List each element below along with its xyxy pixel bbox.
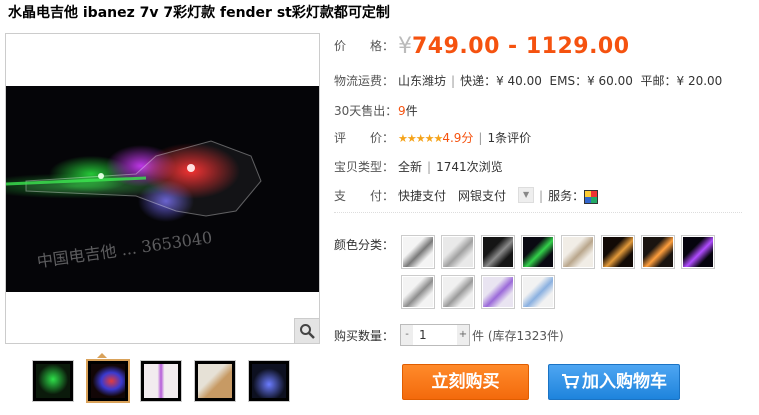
color-swatch[interactable] [641, 235, 675, 269]
quantity-box: - + [400, 324, 470, 346]
color-swatch-image [483, 277, 513, 307]
thumbnail-5[interactable] [248, 360, 290, 402]
ship-mail: 平邮：¥ 20.00 [640, 74, 723, 88]
payment-row: 支 付： 快捷支付 网银支付 ▼ | 服务： [334, 187, 599, 204]
thumbnail-3[interactable] [140, 360, 182, 402]
chevron-down-icon: ▼ [518, 187, 535, 203]
stock-info: 件 (库存1323件) [472, 329, 564, 343]
sales-unit: 件 [405, 104, 418, 118]
add-to-cart-button[interactable]: 加入购物车 [548, 364, 680, 400]
price-row: 价 格： ¥749.00 - 1129.00 [334, 34, 630, 59]
color-swatch[interactable] [441, 235, 475, 269]
guitar-photo: 中国电吉他 ... 3653040 [6, 86, 319, 292]
rating-score: 4.9分 [442, 131, 474, 145]
color-swatch[interactable] [481, 275, 515, 309]
color-swatch[interactable] [681, 235, 715, 269]
ship-ems: EMS：¥ 60.00 [549, 74, 633, 88]
item-condition: 全新 [398, 160, 423, 174]
thumbnail-4[interactable] [194, 360, 236, 402]
service-badge-icon[interactable] [584, 189, 599, 204]
color-swatch[interactable] [521, 235, 555, 269]
color-swatch[interactable] [481, 235, 515, 269]
payment-dropdown[interactable]: 快捷支付 网银支付 ▼ [398, 187, 535, 204]
color-label: 颜色分类： [334, 236, 394, 253]
quantity-label: 购买数量： [334, 327, 394, 344]
color-swatch-image [563, 237, 593, 267]
color-swatch[interactable] [601, 235, 635, 269]
color-label-text: 颜色分类： [334, 238, 395, 252]
product-title: 水晶电吉他 ibanez 7v 7彩灯款 fender st彩灯款都可定制 [8, 5, 390, 21]
cart-icon [562, 374, 579, 389]
color-swatch-image [603, 237, 633, 267]
star-rating-icon: ★★★★★ [398, 132, 443, 145]
main-product-image[interactable]: 中国电吉他 ... 3653040 [5, 33, 320, 344]
color-swatch[interactable] [401, 275, 435, 309]
buy-now-label: 立刻购买 [431, 372, 500, 392]
color-swatch-image [523, 237, 553, 267]
color-swatch-image [443, 277, 473, 307]
ship-express: 快递：¥ 40.00 [460, 74, 542, 88]
color-swatch-image [683, 237, 713, 267]
view-count: 1741次浏览 [436, 160, 503, 174]
sales-count: 9 [398, 104, 406, 118]
price-label: 价 格： [334, 39, 395, 53]
color-swatch[interactable] [521, 275, 555, 309]
type-row: 宝贝类型： 全新 | 1741次浏览 [334, 160, 503, 174]
shipping-row: 物流运费： 山东潍坊 | 快递：¥ 40.00 EMS：¥ 60.00 平邮：¥ 20… [334, 74, 723, 88]
sales-label: 30天售出： [334, 104, 398, 118]
thumbnail-2[interactable] [86, 359, 130, 403]
color-swatch-image [403, 277, 433, 307]
thumbnail-1[interactable] [32, 360, 74, 402]
currency-symbol: ¥ [398, 34, 412, 59]
quantity-input[interactable] [415, 325, 455, 345]
payment-label: 支 付： [334, 189, 395, 203]
price-range: 749.00 - 1129.00 [412, 34, 630, 59]
quantity-label-text: 购买数量： [334, 329, 395, 343]
add-to-cart-label: 加入购物车 [582, 372, 667, 392]
service-label: 服务： [548, 189, 585, 203]
color-swatch-image [523, 277, 553, 307]
quantity-plus-button[interactable]: + [457, 325, 469, 345]
color-swatch[interactable] [441, 275, 475, 309]
color-swatch[interactable] [561, 235, 595, 269]
magnifier-icon [300, 324, 315, 339]
buy-now-button[interactable]: 立刻购买 [402, 364, 529, 400]
quantity-minus-button[interactable]: - [401, 325, 413, 345]
review-count-link[interactable]: 1条评价 [487, 131, 531, 145]
rating-row: 评 价： ★★★★★4.9分 | 1条评价 [334, 131, 532, 145]
color-swatch[interactable] [401, 235, 435, 269]
color-swatch-image [443, 237, 473, 267]
shipping-label: 物流运费： [334, 74, 395, 88]
color-swatch-image [643, 237, 673, 267]
type-label: 宝贝类型： [334, 160, 395, 174]
sales-row: 30天售出：9件 [334, 102, 418, 119]
zoom-button[interactable] [294, 318, 319, 343]
color-swatch-image [483, 237, 513, 267]
ship-location: 山东潍坊 [398, 74, 447, 88]
active-thumb-arrow [97, 353, 107, 358]
color-swatch-image [403, 237, 433, 267]
rating-label: 评 价： [334, 131, 395, 145]
info-divider [334, 212, 742, 213]
payment-methods: 快捷支付 网银支付 [398, 189, 507, 203]
